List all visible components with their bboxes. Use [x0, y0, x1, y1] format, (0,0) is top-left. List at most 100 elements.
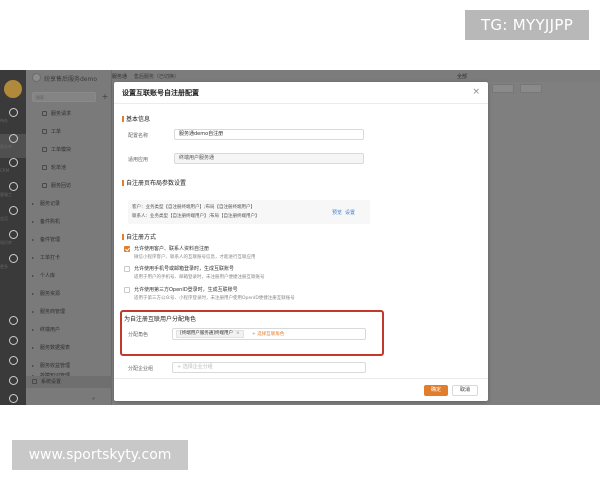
watermark-bottom: www.sportskyty.com — [12, 440, 188, 470]
app-window: 待办 服务单 CRM 客服工 会话 知识库 更多 纷享售后服务demo 搜索 +… — [0, 70, 600, 405]
sidebar-item[interactable]: ▸ 工单打卡 — [26, 252, 112, 264]
rail-item-service-order[interactable]: 服务单 — [0, 134, 26, 158]
menu-item-icon — [42, 183, 47, 188]
rail-settings[interactable] — [0, 394, 26, 405]
topbar-right[interactable]: 全部 — [457, 73, 467, 80]
role-label: 分配角色 — [128, 332, 149, 338]
sidebar-item[interactable]: ▸ 服务记录 — [26, 198, 112, 210]
option-title: 允许使用手机号或邮箱登录时，生成互联账号 — [134, 266, 235, 272]
config-name-input[interactable]: 服务通demo自注册 — [174, 129, 364, 140]
confirm-button[interactable]: 确定 — [424, 385, 448, 396]
section-marker — [122, 180, 124, 186]
help-icon — [8, 316, 18, 325]
option-desc: 微信小程序客户、联系人的互联账号信息，才能进行互联应用 — [134, 255, 256, 260]
layout-links: 预览 设置 — [332, 209, 358, 216]
section-basic-info: 基本信息 — [122, 114, 150, 123]
sidebar-item[interactable]: ▸ 备件管理 — [26, 234, 112, 246]
checkbox-customer-contact[interactable] — [124, 246, 130, 252]
clock-icon — [8, 356, 18, 365]
app-logo-icon — [4, 80, 22, 98]
app-input[interactable]: 终端用户服务通 — [174, 153, 364, 164]
preview-link[interactable]: 预览 — [332, 210, 342, 216]
avatar[interactable] — [32, 73, 41, 82]
book-icon — [8, 230, 18, 239]
close-icon[interactable]: × — [472, 87, 480, 97]
background-button[interactable] — [492, 84, 514, 93]
sidebar-header: 纷享售后服务demo — [26, 70, 112, 86]
option-title: 允许使用第三方OpenID登录时，生成互联账号 — [134, 287, 238, 293]
role-tag: [终端用户服务通]终端用户 × — [176, 330, 244, 338]
rail-item-more[interactable]: 更多 — [0, 254, 26, 278]
sidebar-item[interactable]: ▸ 服务数据报表 — [26, 342, 112, 354]
chevron-right-icon: ▸ — [32, 219, 35, 224]
layout-line-customer: 客户：业务类型【自注册终端用户】;布局【自注册终端用户】 — [132, 205, 256, 210]
chevron-right-icon: ▸ — [32, 291, 35, 296]
layout-line-contact: 联系人：业务类型【自注册终端用户】;布局【自注册终端用户】 — [132, 214, 260, 219]
calendar-icon — [8, 336, 18, 345]
add-icon[interactable]: + — [100, 92, 110, 102]
crm-icon — [8, 158, 18, 167]
sidebar-item[interactable]: ▸ 备件购机 — [26, 216, 112, 228]
section-role: 为自注册互联用户分配角色 — [124, 316, 197, 323]
app-label: 适用应用 — [128, 157, 149, 163]
settings-link[interactable]: 设置 — [345, 210, 355, 216]
sidebar-item[interactable]: ▸ 个人库 — [26, 270, 112, 282]
chat-icon — [8, 206, 18, 215]
sidebar-item[interactable]: ▸ 服务资源 — [26, 288, 112, 300]
chevron-right-icon: ▸ — [32, 345, 35, 350]
gear-icon — [8, 394, 18, 403]
modal-header: 设置互联账号自注册配置 × — [114, 82, 488, 104]
menu-item-icon — [42, 129, 47, 134]
option-desc: 适用于第三方公众号、小程序登录时，未注册用户使用OpenID便捷注册互联账号 — [134, 296, 295, 301]
contacts-icon — [8, 376, 18, 385]
sidebar-item[interactable]: 工单 — [26, 126, 112, 138]
config-modal: 设置互联账号自注册配置 × 基本信息 配置名称 服务通demo自注册 适用应用 … — [114, 82, 488, 401]
checkbox-phone-email[interactable] — [124, 266, 130, 272]
sidebar-item[interactable]: ▸ 服务商管理 — [26, 306, 112, 318]
sidebar-item[interactable]: 服务回访 — [26, 180, 112, 192]
secondary-sidebar: 纷享售后服务demo 搜索 + 服务请求 工单 工单模块 轮单池 服务回访 ▸ 服… — [26, 70, 112, 405]
rail-item-todo[interactable]: 待办 — [0, 108, 26, 132]
chevron-right-icon: ▸ — [32, 255, 35, 260]
background-button[interactable] — [520, 84, 542, 93]
rail-item-knowledge[interactable]: 知识库 — [0, 230, 26, 254]
grid-icon — [8, 254, 18, 263]
sidebar-item[interactable]: ▸ 终端用户 — [26, 324, 112, 336]
section-marker — [122, 116, 124, 122]
enterprise-select[interactable]: + 选择企业分组 — [172, 362, 366, 373]
sidebar-title: 纷享售后服务demo — [44, 76, 98, 83]
screenshot-stage: TG: MYYJJPP 待办 服务单 CRM 客服工 会话 知识库 更多 纷享售… — [0, 0, 600, 480]
menu-item-icon — [42, 147, 47, 152]
settings-icon — [32, 379, 37, 384]
sidebar-search-input[interactable]: 搜索 — [32, 92, 96, 102]
menu-item-icon — [42, 165, 47, 170]
rail-item-agent[interactable]: 客服工 — [0, 182, 26, 206]
section-marker — [122, 234, 124, 240]
rail-item-chat[interactable]: 会话 — [0, 206, 26, 230]
checkbox-openid[interactable] — [124, 287, 130, 293]
section-method: 自注册方式 — [122, 232, 156, 241]
option-title: 允许使用客户、联系人资料自注册 — [134, 246, 210, 252]
cancel-button[interactable]: 取消 — [452, 385, 478, 396]
app-topbar: 服务通 售后服务（已切换） 全部 — [112, 70, 600, 82]
sidebar-item[interactable]: 轮单池 — [26, 162, 112, 174]
ticket-icon — [8, 134, 18, 143]
collapse-icon[interactable]: « — [92, 396, 95, 402]
sidebar-item[interactable]: 服务请求 — [26, 108, 112, 120]
check-icon — [8, 108, 18, 117]
sidebar-item[interactable]: 工单模块 — [26, 144, 112, 156]
chevron-right-icon: ▸ — [32, 237, 35, 242]
left-rail: 待办 服务单 CRM 客服工 会话 知识库 更多 — [0, 70, 26, 405]
chevron-right-icon: ▸ — [32, 309, 35, 314]
section-layout-params: 自注册页布局参数设置 — [122, 178, 186, 187]
modal-footer: 确定 取消 — [114, 378, 488, 401]
add-role-link[interactable]: + 选择互联角色 — [252, 331, 284, 337]
modal-title: 设置互联账号自注册配置 — [122, 89, 199, 97]
headset-icon — [8, 182, 18, 191]
tab-active[interactable]: 服务通 — [112, 73, 127, 80]
tag-remove-icon[interactable]: × — [236, 331, 240, 336]
rail-item-crm[interactable]: CRM — [0, 158, 26, 182]
sidebar-item-system-settings[interactable]: 系统设置 — [26, 376, 112, 388]
tab-inactive[interactable]: 售后服务（已切换） — [134, 73, 179, 80]
chevron-right-icon: ▸ — [32, 273, 35, 278]
